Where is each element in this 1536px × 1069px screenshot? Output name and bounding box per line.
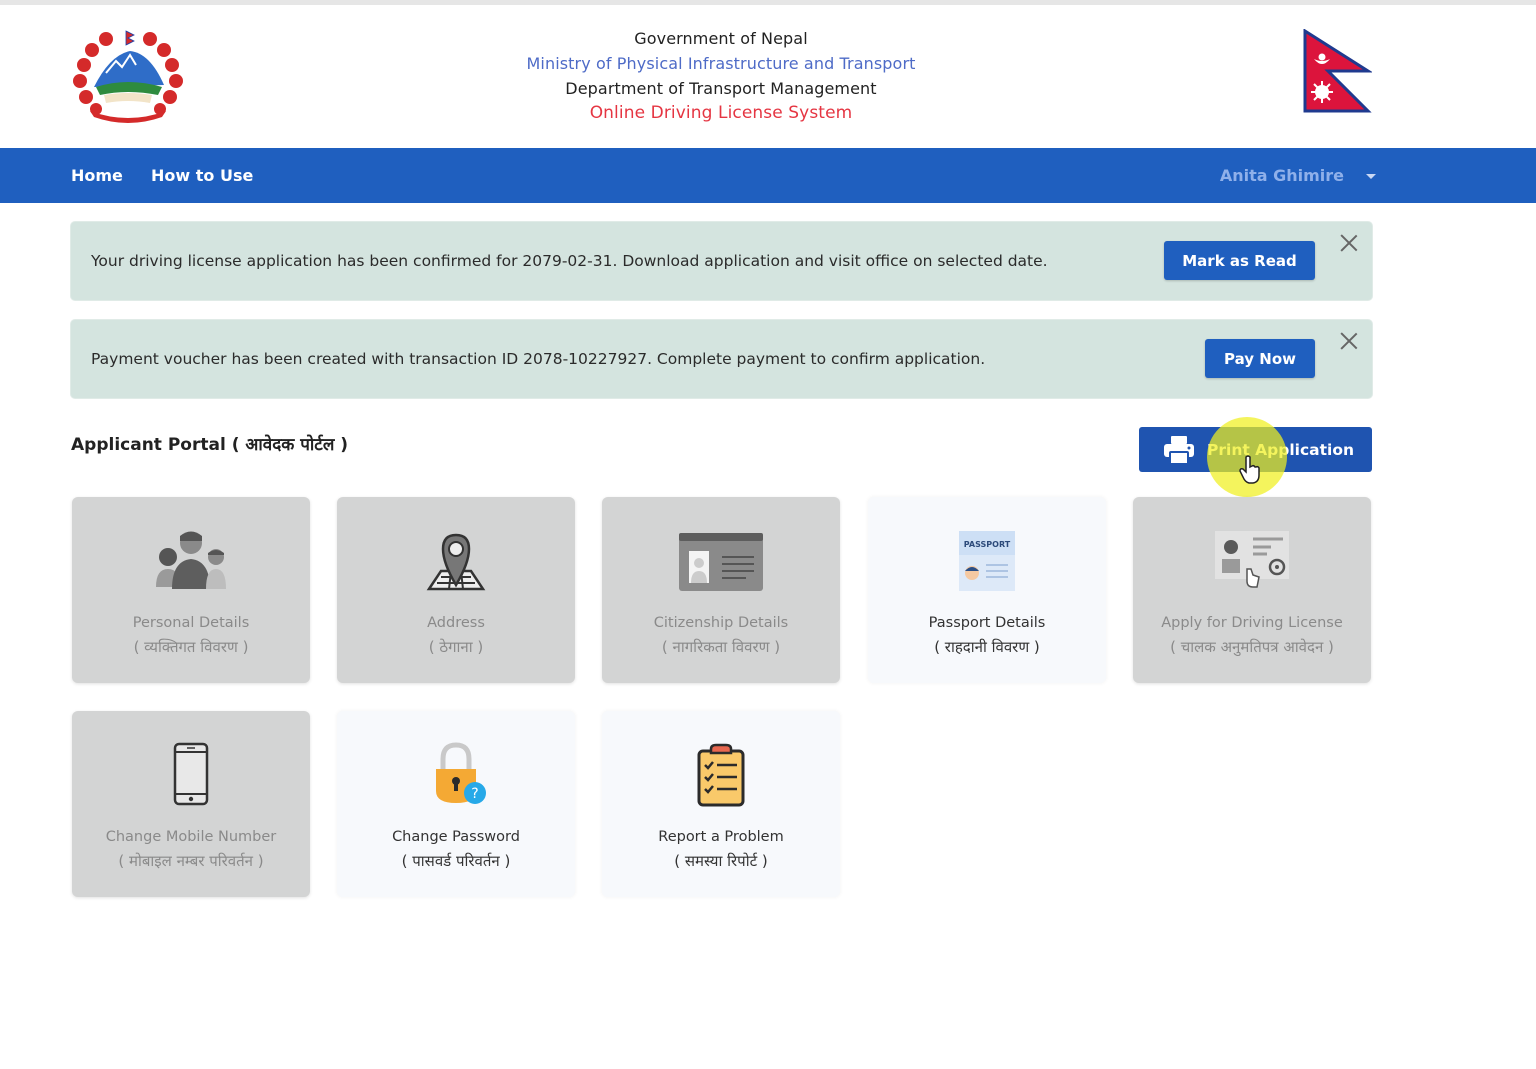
card-title-en: Passport Details	[928, 615, 1046, 631]
user-name: Anita Ghimire	[1219, 166, 1344, 185]
card-title-ne: ( समस्या रिपोर्ट )	[674, 852, 768, 870]
card-title-en: Change Password	[392, 829, 520, 845]
card-title-ne: ( ठेगाना )	[428, 638, 484, 656]
card-title-en: Report a Problem	[658, 829, 784, 845]
card-personal-details[interactable]: Personal Details ( व्यक्तिगत विवरण )	[72, 497, 310, 683]
card-title-ne: ( चालक अनुमतिपत्र आवेदन )	[1170, 638, 1334, 656]
user-menu-dropdown[interactable]: Anita Ghimire	[1220, 148, 1376, 203]
card-citizenship-details[interactable]: Citizenship Details ( नागरिकता विवरण )	[602, 497, 840, 683]
department-title: Department of Transport Management	[565, 79, 877, 98]
printer-icon	[1164, 435, 1194, 465]
nav-home-link[interactable]: Home	[71, 148, 123, 203]
alert-message: Payment voucher has been created with tr…	[91, 350, 986, 368]
portal-title: Applicant Portal ( आवेदक पोर्टल )	[71, 435, 349, 455]
passport-icon: PASSPORT	[959, 531, 1015, 591]
card-change-mobile-number[interactable]: Change Mobile Number ( मोबाइल नम्बर परिव…	[72, 711, 310, 897]
site-header: Government of Nepal Ministry of Physical…	[0, 5, 1536, 148]
alert-payment-voucher: Payment voucher has been created with tr…	[71, 320, 1372, 398]
map-pin-icon	[426, 533, 486, 591]
alert-application-confirmed: Your driving license application has bee…	[71, 222, 1372, 300]
nepal-emblem-icon	[73, 30, 183, 123]
close-icon[interactable]	[1340, 332, 1358, 350]
print-application-label: Print Application	[1207, 440, 1355, 459]
system-title: Online Driving License System	[589, 103, 853, 123]
card-title-ne: ( मोबाइल नम्बर परिवर्तन )	[118, 852, 264, 870]
card-title-en: Change Mobile Number	[105, 829, 277, 845]
chevron-down-icon	[1366, 174, 1376, 179]
card-title-ne: ( नागरिकता विवरण )	[661, 638, 781, 656]
card-title-en: Address	[427, 615, 485, 631]
card-title-en: Personal Details	[132, 615, 250, 631]
card-change-password[interactable]: ? Change Password ( पासवर्ड परिवर्तन )	[337, 711, 575, 897]
svg-text:?: ?	[471, 786, 478, 802]
card-report-problem[interactable]: Report a Problem ( समस्या रिपोर्ट )	[602, 711, 840, 897]
card-apply-driving-license[interactable]: Apply for Driving License ( चालक अनुमतिप…	[1133, 497, 1371, 683]
header-titles: Government of Nepal Ministry of Physical…	[468, 26, 974, 126]
lock-question-icon: ?	[436, 742, 486, 804]
card-title-ne: ( राहदानी विवरण )	[934, 638, 1040, 656]
print-application-button[interactable]: Print Application	[1139, 427, 1372, 472]
card-title-en: Apply for Driving License	[1161, 615, 1343, 631]
nav-how-to-use-link[interactable]: How to Use	[151, 148, 253, 203]
close-icon[interactable]	[1340, 234, 1358, 252]
alert-message: Your driving license application has bee…	[91, 252, 1048, 270]
card-title-ne: ( पासवर्ड परिवर्तन )	[401, 852, 511, 870]
ministry-title: Ministry of Physical Infrastructure and …	[526, 54, 916, 73]
government-title: Government of Nepal	[634, 29, 808, 48]
license-apply-icon	[1215, 531, 1289, 588]
mobile-phone-icon	[173, 742, 209, 806]
clipboard-checklist-icon	[697, 743, 745, 807]
pay-now-button[interactable]: Pay Now	[1205, 339, 1315, 378]
id-card-icon	[679, 533, 763, 591]
svg-text:PASSPORT: PASSPORT	[964, 540, 1011, 549]
card-title-en: Citizenship Details	[653, 615, 789, 631]
mark-as-read-button[interactable]: Mark as Read	[1164, 241, 1315, 280]
card-address[interactable]: Address ( ठेगाना )	[337, 497, 575, 683]
main-navbar: Home How to Use Anita Ghimire	[0, 148, 1536, 203]
nepal-flag-icon	[1303, 29, 1372, 113]
card-title-ne: ( व्यक्तिगत विवरण )	[133, 638, 249, 656]
family-icon	[156, 531, 226, 589]
card-passport-details[interactable]: PASSPORT Passport Details ( राहदानी विवर…	[868, 497, 1106, 683]
